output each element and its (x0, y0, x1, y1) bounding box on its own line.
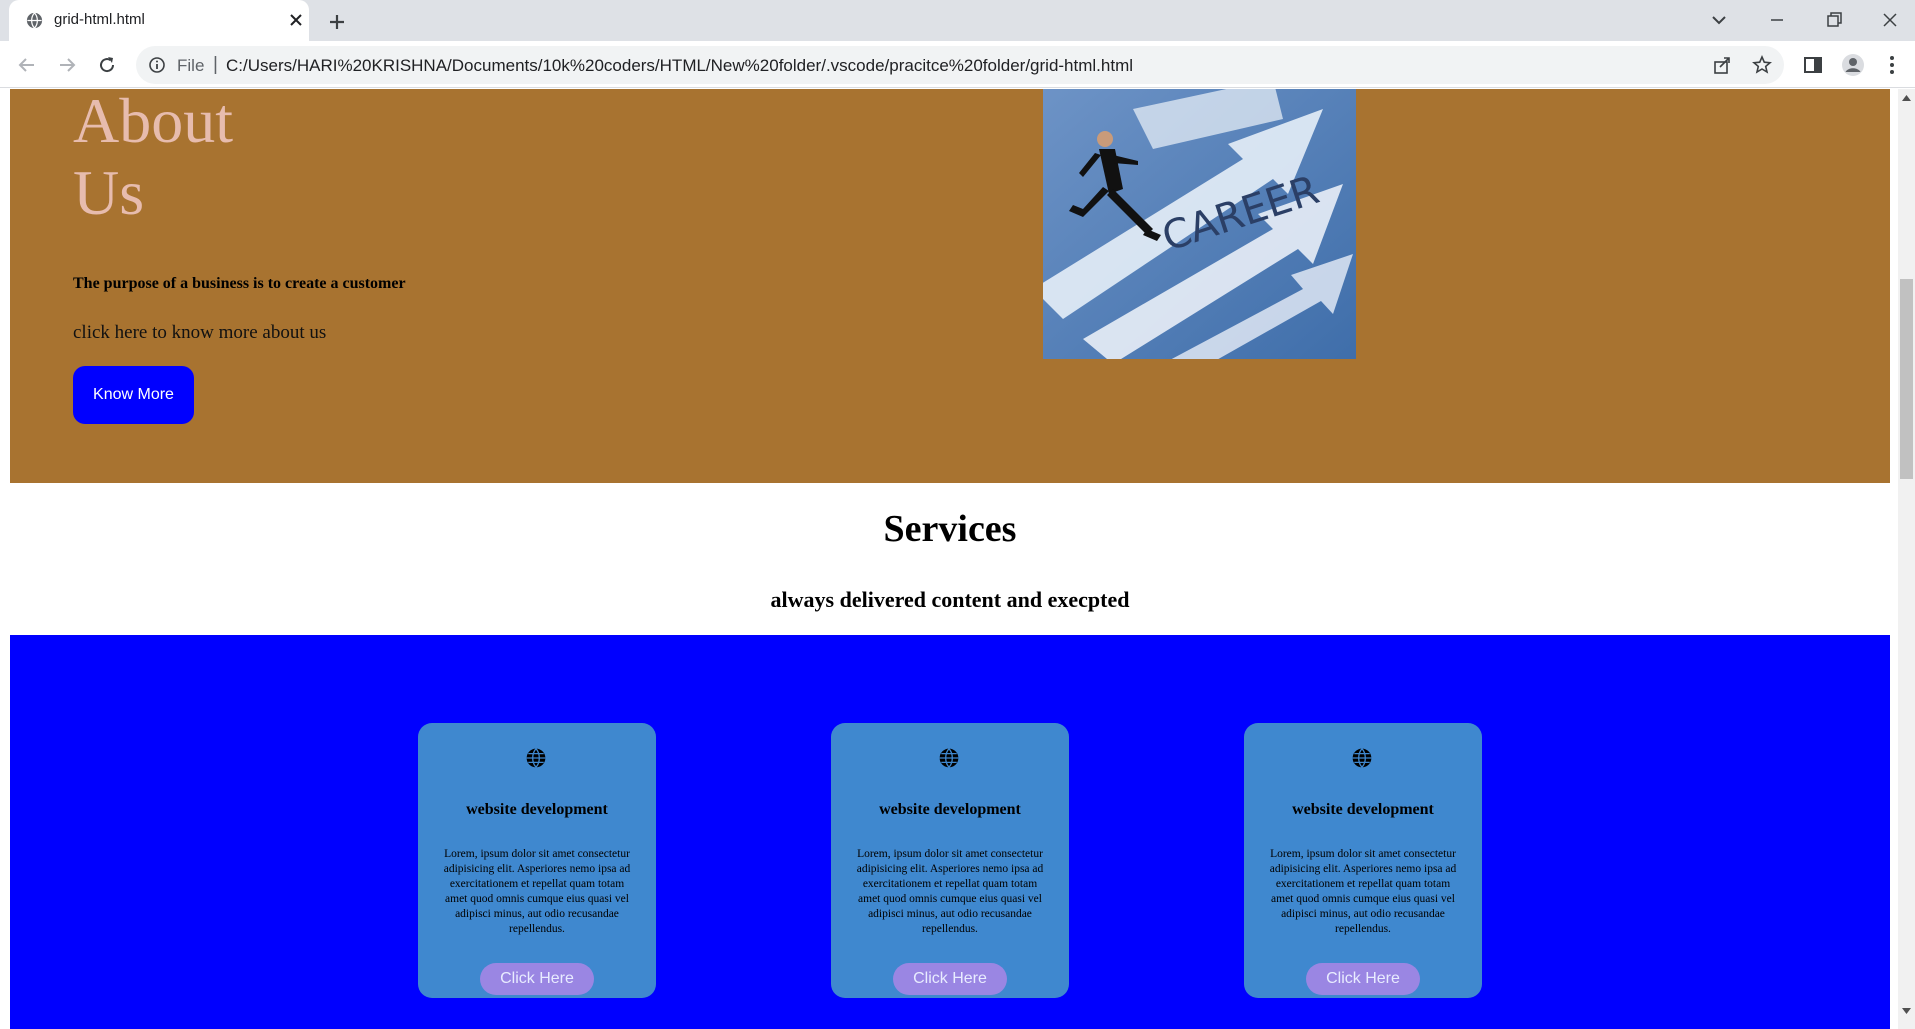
page-viewport: About Us The purpose of a business is to… (0, 89, 1898, 1029)
browser-toolbar: File | C:/Users/HARI%20KRISHNA/Documents… (0, 41, 1915, 88)
close-tab-icon[interactable] (287, 11, 305, 29)
card-text: Lorem, ipsum dolor sit amet consectetur … (443, 848, 631, 935)
reload-icon[interactable] (95, 53, 119, 77)
card-title: website development (1292, 801, 1434, 818)
tab-search-icon[interactable] (1707, 8, 1731, 32)
service-card: website development Lorem, ipsum dolor s… (418, 723, 656, 998)
omnibox-separator: | (213, 54, 218, 75)
globe-icon (939, 748, 959, 768)
scroll-down-arrow-icon[interactable] (1902, 1008, 1911, 1014)
globe-icon (1352, 748, 1372, 768)
address-bar[interactable]: File | C:/Users/HARI%20KRISHNA/Documents… (136, 46, 1784, 84)
close-window-icon[interactable] (1878, 8, 1902, 32)
card-text: Lorem, ipsum dolor sit amet consectetur … (856, 848, 1044, 935)
know-more-button[interactable]: Know More (73, 366, 194, 424)
tab-title: grid-html.html (54, 11, 145, 28)
service-card: website development Lorem, ipsum dolor s… (831, 723, 1069, 998)
minimize-icon[interactable] (1765, 8, 1789, 32)
url-text[interactable]: C:/Users/HARI%20KRISHNA/Documents/10k%20… (226, 56, 1133, 76)
scrollbar-thumb[interactable] (1900, 279, 1913, 479)
card-text: Lorem, ipsum dolor sit amet consectetur … (1269, 848, 1457, 935)
about-section: About Us The purpose of a business is to… (10, 89, 1890, 483)
about-heading: About Us (73, 89, 233, 228)
info-icon[interactable] (148, 56, 166, 74)
card-title: website development (879, 801, 1021, 818)
career-image: CAREER (1043, 89, 1356, 359)
click-here-button[interactable]: Click Here (1306, 963, 1420, 995)
tab-strip: grid-html.html (0, 0, 1915, 41)
browser-tab[interactable]: grid-html.html (9, 0, 309, 41)
services-grid: website development Lorem, ipsum dolor s… (10, 635, 1890, 1029)
back-icon[interactable] (15, 53, 39, 77)
bookmark-star-icon[interactable] (1751, 54, 1773, 76)
new-tab-icon[interactable] (325, 10, 349, 34)
share-icon[interactable] (1711, 54, 1733, 76)
globe-icon (26, 12, 43, 29)
restore-icon[interactable] (1822, 8, 1846, 32)
about-tagline: The purpose of a business is to create a… (73, 275, 406, 292)
service-card: website development Lorem, ipsum dolor s… (1244, 723, 1482, 998)
file-label: File (177, 56, 205, 75)
globe-icon (526, 748, 546, 768)
click-here-button[interactable]: Click Here (893, 963, 1007, 995)
services-subtitle: always delivered content and execpted (770, 587, 1130, 612)
services-title: Services (883, 508, 1017, 550)
profile-avatar-icon[interactable] (1841, 53, 1865, 77)
vertical-scrollbar[interactable] (1898, 89, 1915, 1029)
menu-kebab-icon[interactable] (1880, 53, 1904, 77)
side-panel-icon[interactable] (1801, 53, 1825, 77)
about-link-text: click here to know more about us (73, 322, 327, 343)
click-here-button[interactable]: Click Here (480, 963, 594, 995)
forward-icon[interactable] (55, 53, 79, 77)
card-title: website development (466, 801, 608, 818)
scroll-up-arrow-icon[interactable] (1902, 95, 1911, 101)
